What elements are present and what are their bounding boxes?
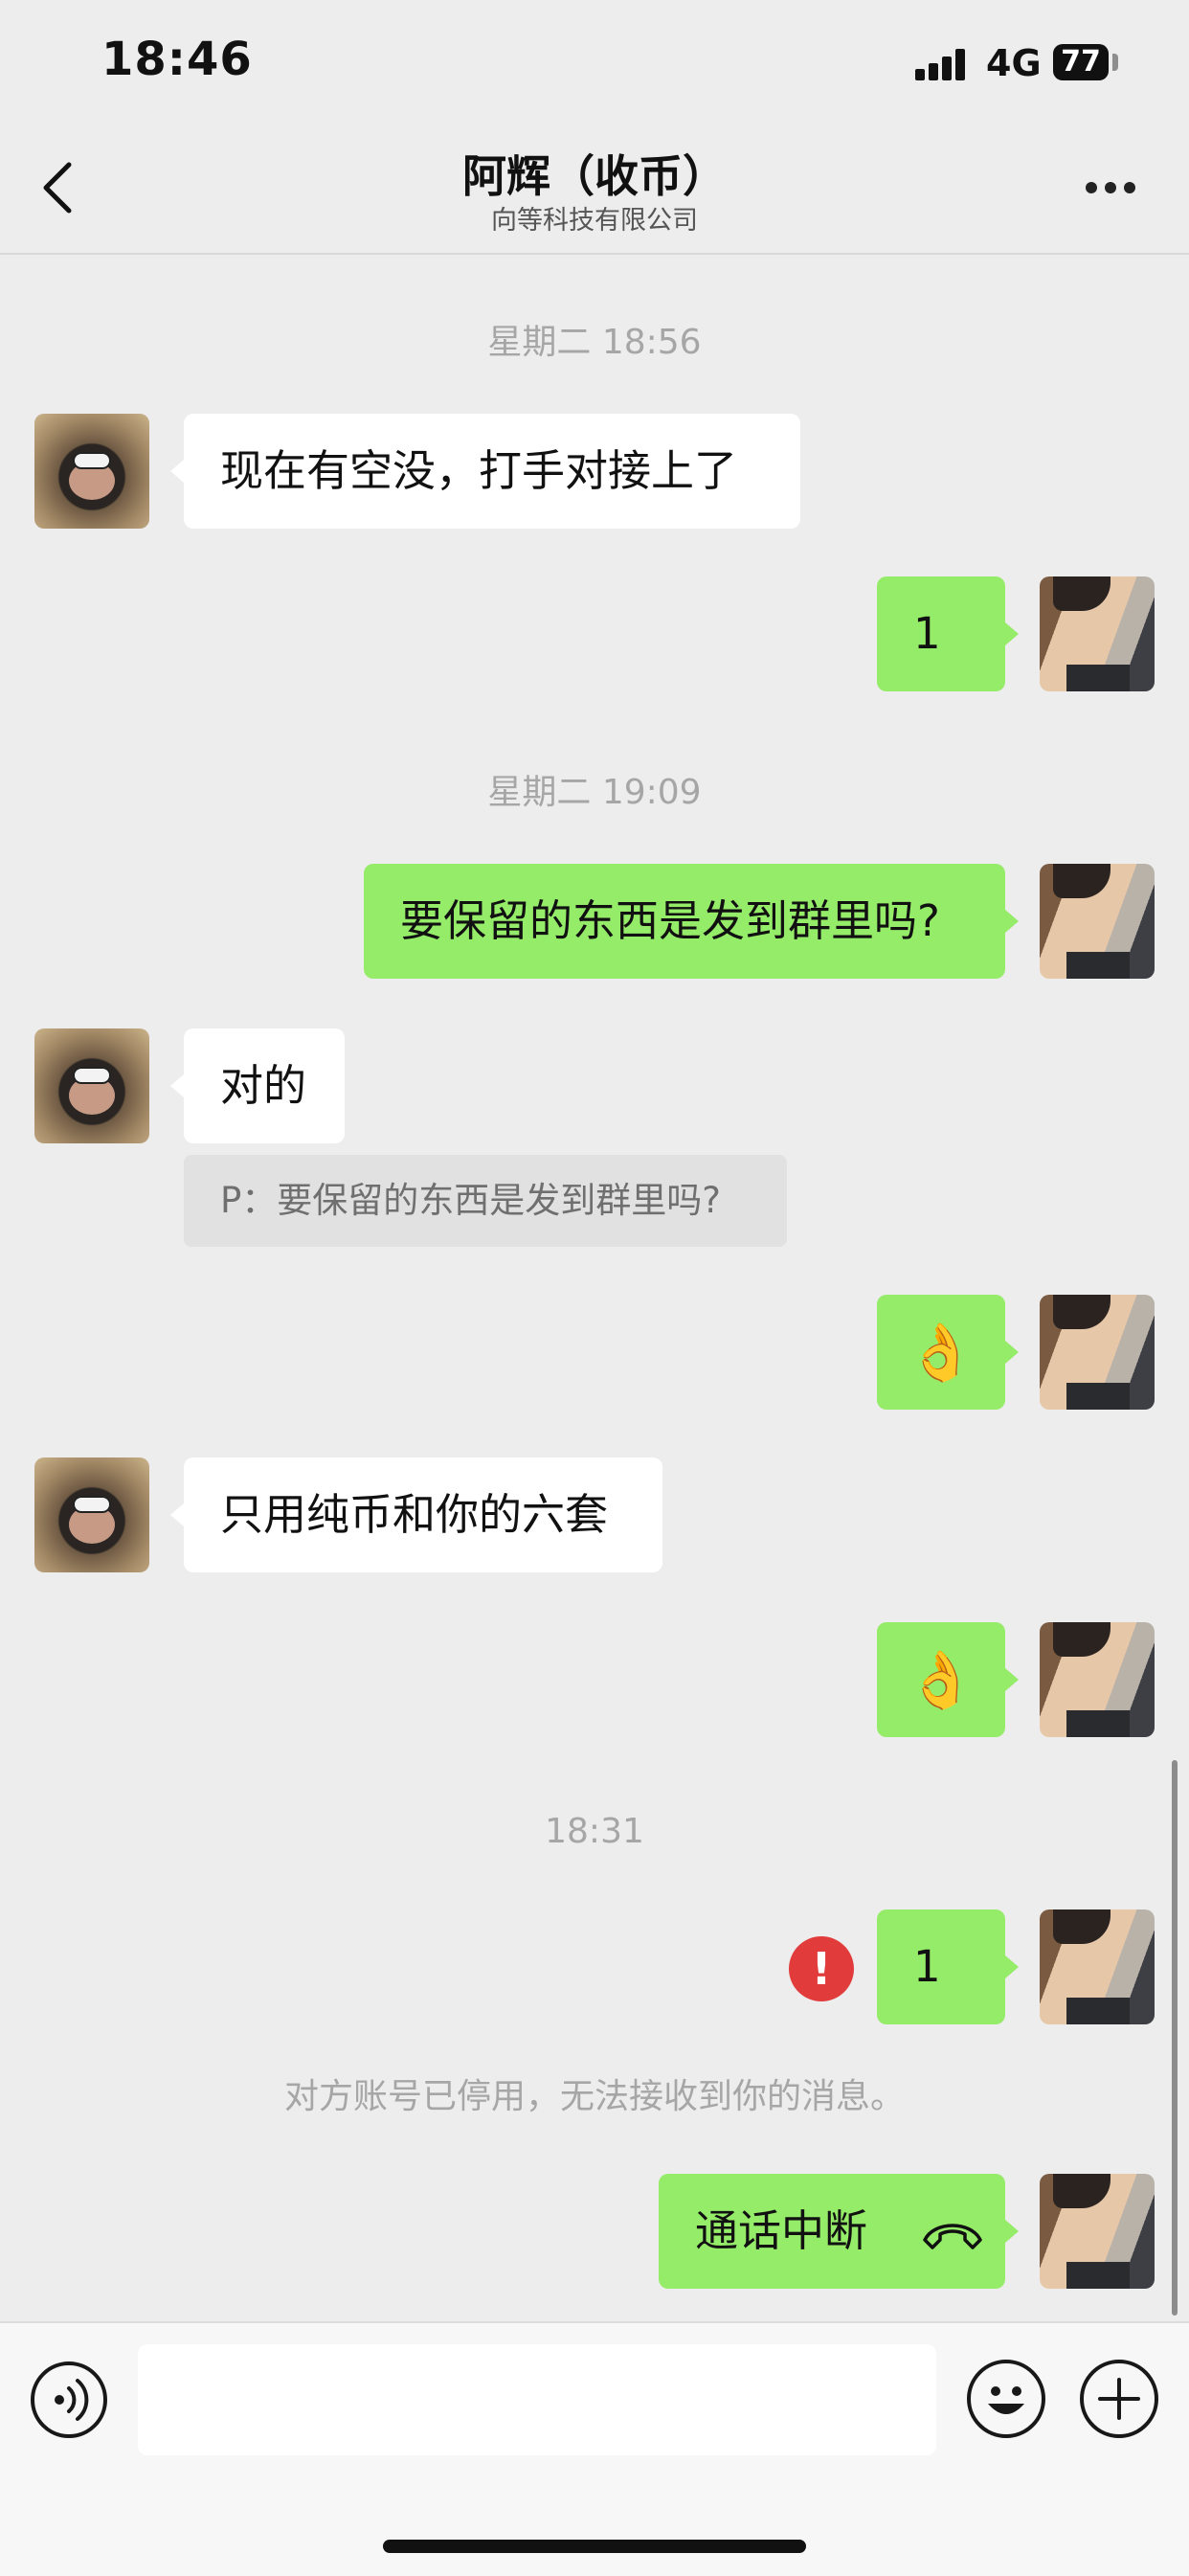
- my-avatar[interactable]: [1040, 864, 1155, 979]
- sent-message[interactable]: 1: [877, 1909, 1019, 2024]
- contact-avatar[interactable]: [34, 414, 149, 529]
- timestamp: 18:31: [545, 1812, 644, 1851]
- battery-tip: [1112, 54, 1118, 71]
- home-indicator: [383, 2540, 806, 2553]
- send-failed-icon[interactable]: !: [789, 1936, 854, 2001]
- battery-icon: 77: [1053, 44, 1109, 80]
- sent-message[interactable]: 👌: [877, 1295, 1019, 1410]
- my-avatar[interactable]: [1040, 576, 1155, 691]
- network-label: 4G: [986, 42, 1042, 84]
- chat-title: 阿辉（收币）: [462, 150, 727, 202]
- input-bar: [0, 2321, 1189, 2576]
- my-avatar[interactable]: [1040, 2174, 1155, 2289]
- top-bar: 18:46 4G 77 阿辉（收币） 向等科技有限公司: [0, 0, 1189, 255]
- my-avatar[interactable]: [1040, 1295, 1155, 1410]
- chat-subtitle: 向等科技有限公司: [491, 206, 698, 236]
- sent-message[interactable]: 👌: [877, 1622, 1019, 1737]
- call-interrupted-message[interactable]: 通话中断: [659, 2174, 1019, 2289]
- call-status-label: 通话中断: [695, 2205, 868, 2256]
- sent-message[interactable]: 1: [877, 576, 1019, 691]
- system-notice: 对方账号已停用，无法接收到你的消息。: [283, 2077, 905, 2116]
- received-message[interactable]: 对的: [170, 1028, 345, 1143]
- my-avatar[interactable]: [1040, 1909, 1155, 2024]
- scrollbar[interactable]: [1172, 1760, 1178, 2316]
- ok-hand-emoji: 👌: [906, 1647, 976, 1712]
- phone-hangup-icon: [923, 2224, 983, 2249]
- voice-icon[interactable]: [31, 2361, 107, 2438]
- status-time: 18:46: [101, 33, 253, 86]
- received-message[interactable]: 只用纯币和你的六套: [170, 1457, 662, 1572]
- plus-icon[interactable]: [1080, 2360, 1158, 2438]
- sent-message[interactable]: 要保留的东西是发到群里吗?: [364, 864, 1019, 979]
- my-avatar[interactable]: [1040, 1622, 1155, 1737]
- signal-icon: [915, 48, 969, 80]
- ellipsis-icon[interactable]: [1086, 182, 1135, 195]
- received-message[interactable]: 现在有空没，打手对接上了: [170, 414, 800, 529]
- emoji-icon[interactable]: [967, 2360, 1045, 2438]
- contact-avatar[interactable]: [34, 1028, 149, 1143]
- timestamp: 星期二 18:56: [487, 323, 702, 362]
- contact-avatar[interactable]: [34, 1457, 149, 1572]
- ok-hand-emoji: 👌: [906, 1320, 976, 1385]
- message-input[interactable]: [138, 2344, 936, 2455]
- timestamp: 星期二 19:09: [487, 773, 702, 812]
- quoted-message[interactable]: P：要保留的东西是发到群里吗?: [184, 1155, 787, 1247]
